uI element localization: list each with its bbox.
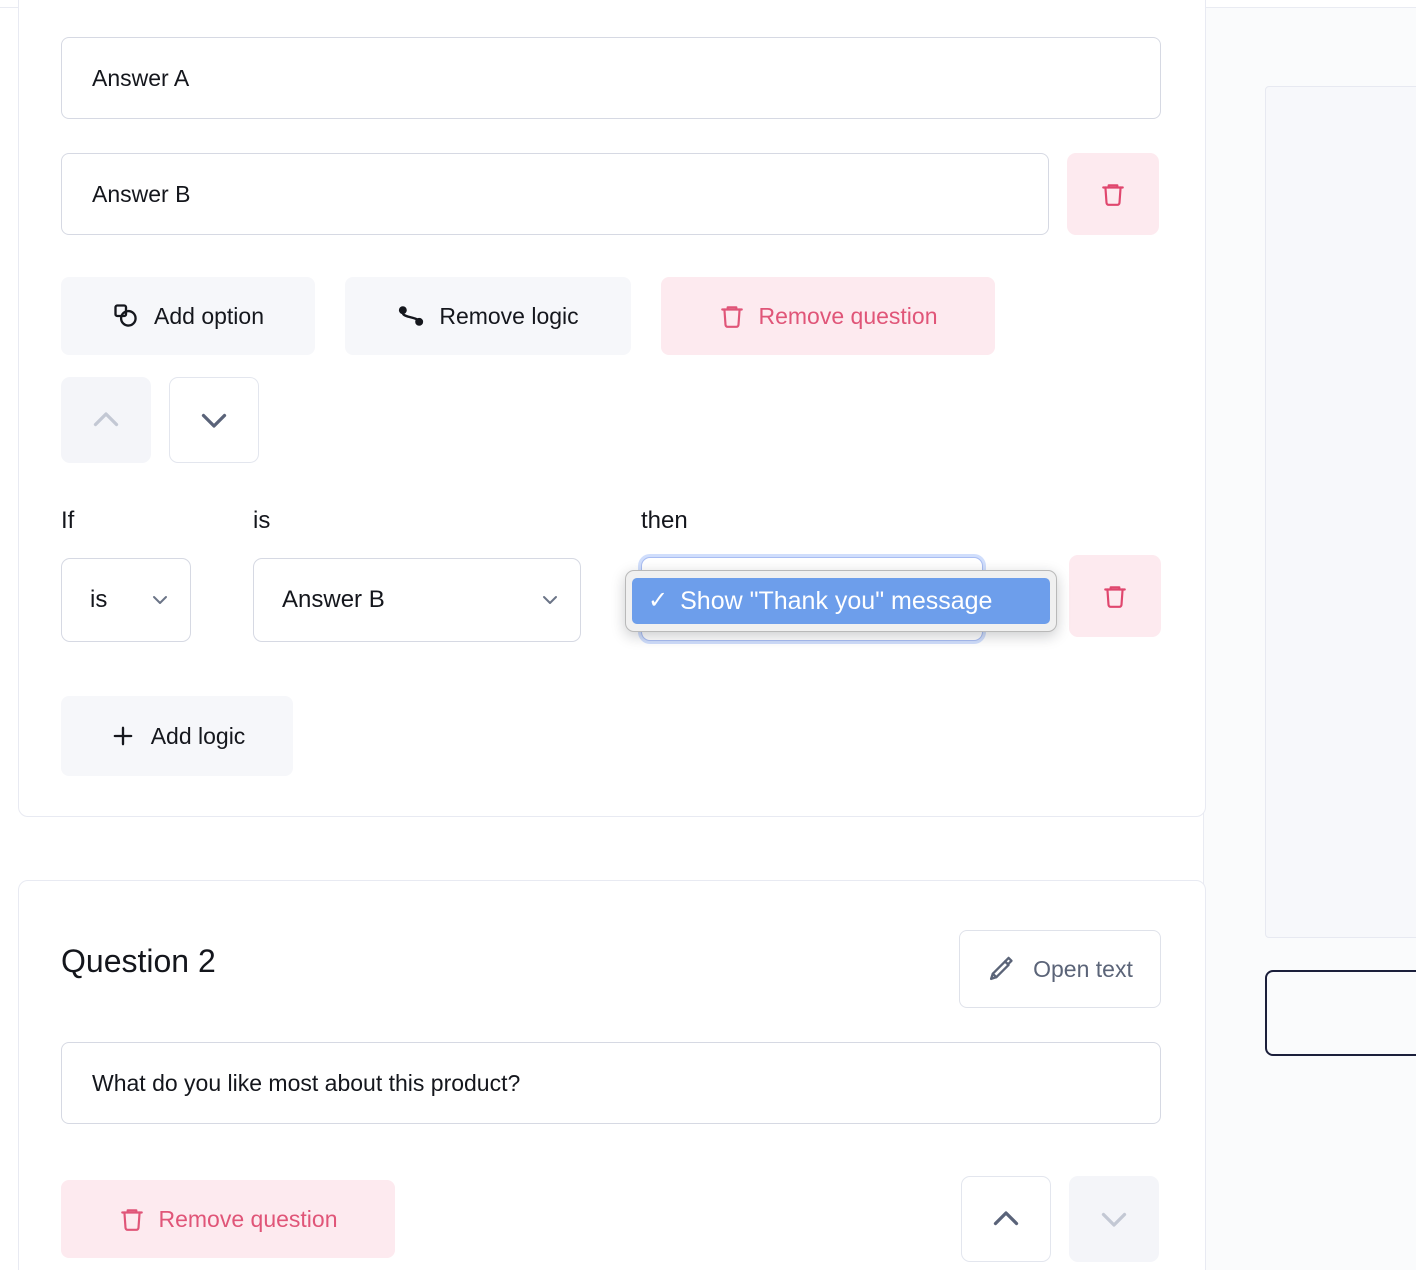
chevron-down-icon	[148, 588, 172, 612]
remove-question-1-button[interactable]: Remove question	[661, 277, 995, 355]
copy-shapes-icon	[112, 302, 140, 330]
question-2-card: Question 2 Open text What do you like mo…	[18, 880, 1206, 1270]
move-question-2-down-button[interactable]	[1069, 1176, 1159, 1262]
preview-survey-body	[1265, 86, 1416, 938]
trash-icon	[719, 301, 745, 331]
branch-icon	[397, 302, 425, 330]
remove-question-2-button[interactable]: Remove question	[61, 1180, 395, 1258]
question-1-card: Answer A Answer B Add option	[18, 0, 1206, 817]
add-option-label: Add option	[154, 303, 264, 330]
logic-header-then: then	[641, 507, 688, 535]
question-2-title: Question 2	[61, 943, 216, 980]
delete-logic-rule-button[interactable]	[1069, 555, 1161, 637]
add-option-button[interactable]: Add option	[61, 277, 315, 355]
remove-logic-button[interactable]: Remove logic	[345, 277, 631, 355]
move-question-2-up-button[interactable]	[961, 1176, 1051, 1262]
chevron-down-icon	[196, 402, 232, 438]
logic-answer-select[interactable]: Answer B	[253, 558, 581, 642]
survey-editor-screen: Answer A Answer B Add option	[0, 0, 1416, 1270]
question-2-prompt-input[interactable]: What do you like most about this product…	[61, 1042, 1161, 1124]
option-input-2[interactable]: Answer B	[61, 153, 1049, 235]
remove-question-1-label: Remove question	[759, 303, 938, 330]
check-icon: ✓	[648, 589, 668, 613]
add-logic-label: Add logic	[151, 723, 246, 750]
dropdown-option-show-thank-you[interactable]: ✓ Show "Thank you" message	[632, 578, 1050, 624]
move-question-1-down-button[interactable]	[169, 377, 259, 463]
trash-icon	[1100, 179, 1126, 209]
preview-panel	[1203, 8, 1416, 1270]
chevron-down-icon	[538, 588, 562, 612]
question-2-type-button[interactable]: Open text	[959, 930, 1161, 1008]
move-question-1-up-button[interactable]	[61, 377, 151, 463]
pen-nib-icon	[987, 955, 1015, 983]
logic-answer-value: Answer B	[282, 586, 538, 614]
preview-focused-field[interactable]	[1265, 970, 1416, 1056]
question-2-type-label: Open text	[1033, 956, 1133, 983]
dropdown-option-label: Show "Thank you" message	[680, 587, 992, 616]
option-input-1[interactable]: Answer A	[61, 37, 1161, 119]
chevron-up-icon	[988, 1201, 1024, 1237]
logic-action-select-dropdown[interactable]: ✓ Show "Thank you" message	[625, 570, 1057, 632]
remove-question-2-label: Remove question	[159, 1206, 338, 1233]
chevron-up-icon	[88, 402, 124, 438]
logic-condition-value: is	[90, 586, 148, 614]
chevron-down-icon	[1096, 1201, 1132, 1237]
plus-icon	[109, 722, 137, 750]
trash-icon	[119, 1204, 145, 1234]
add-logic-button[interactable]: Add logic	[61, 696, 293, 776]
trash-icon	[1102, 581, 1128, 611]
remove-logic-label: Remove logic	[439, 303, 578, 330]
logic-condition-select[interactable]: is	[61, 558, 191, 642]
logic-header-is: is	[253, 507, 270, 535]
delete-option-2-button[interactable]	[1067, 153, 1159, 235]
logic-header-if: If	[61, 507, 74, 535]
